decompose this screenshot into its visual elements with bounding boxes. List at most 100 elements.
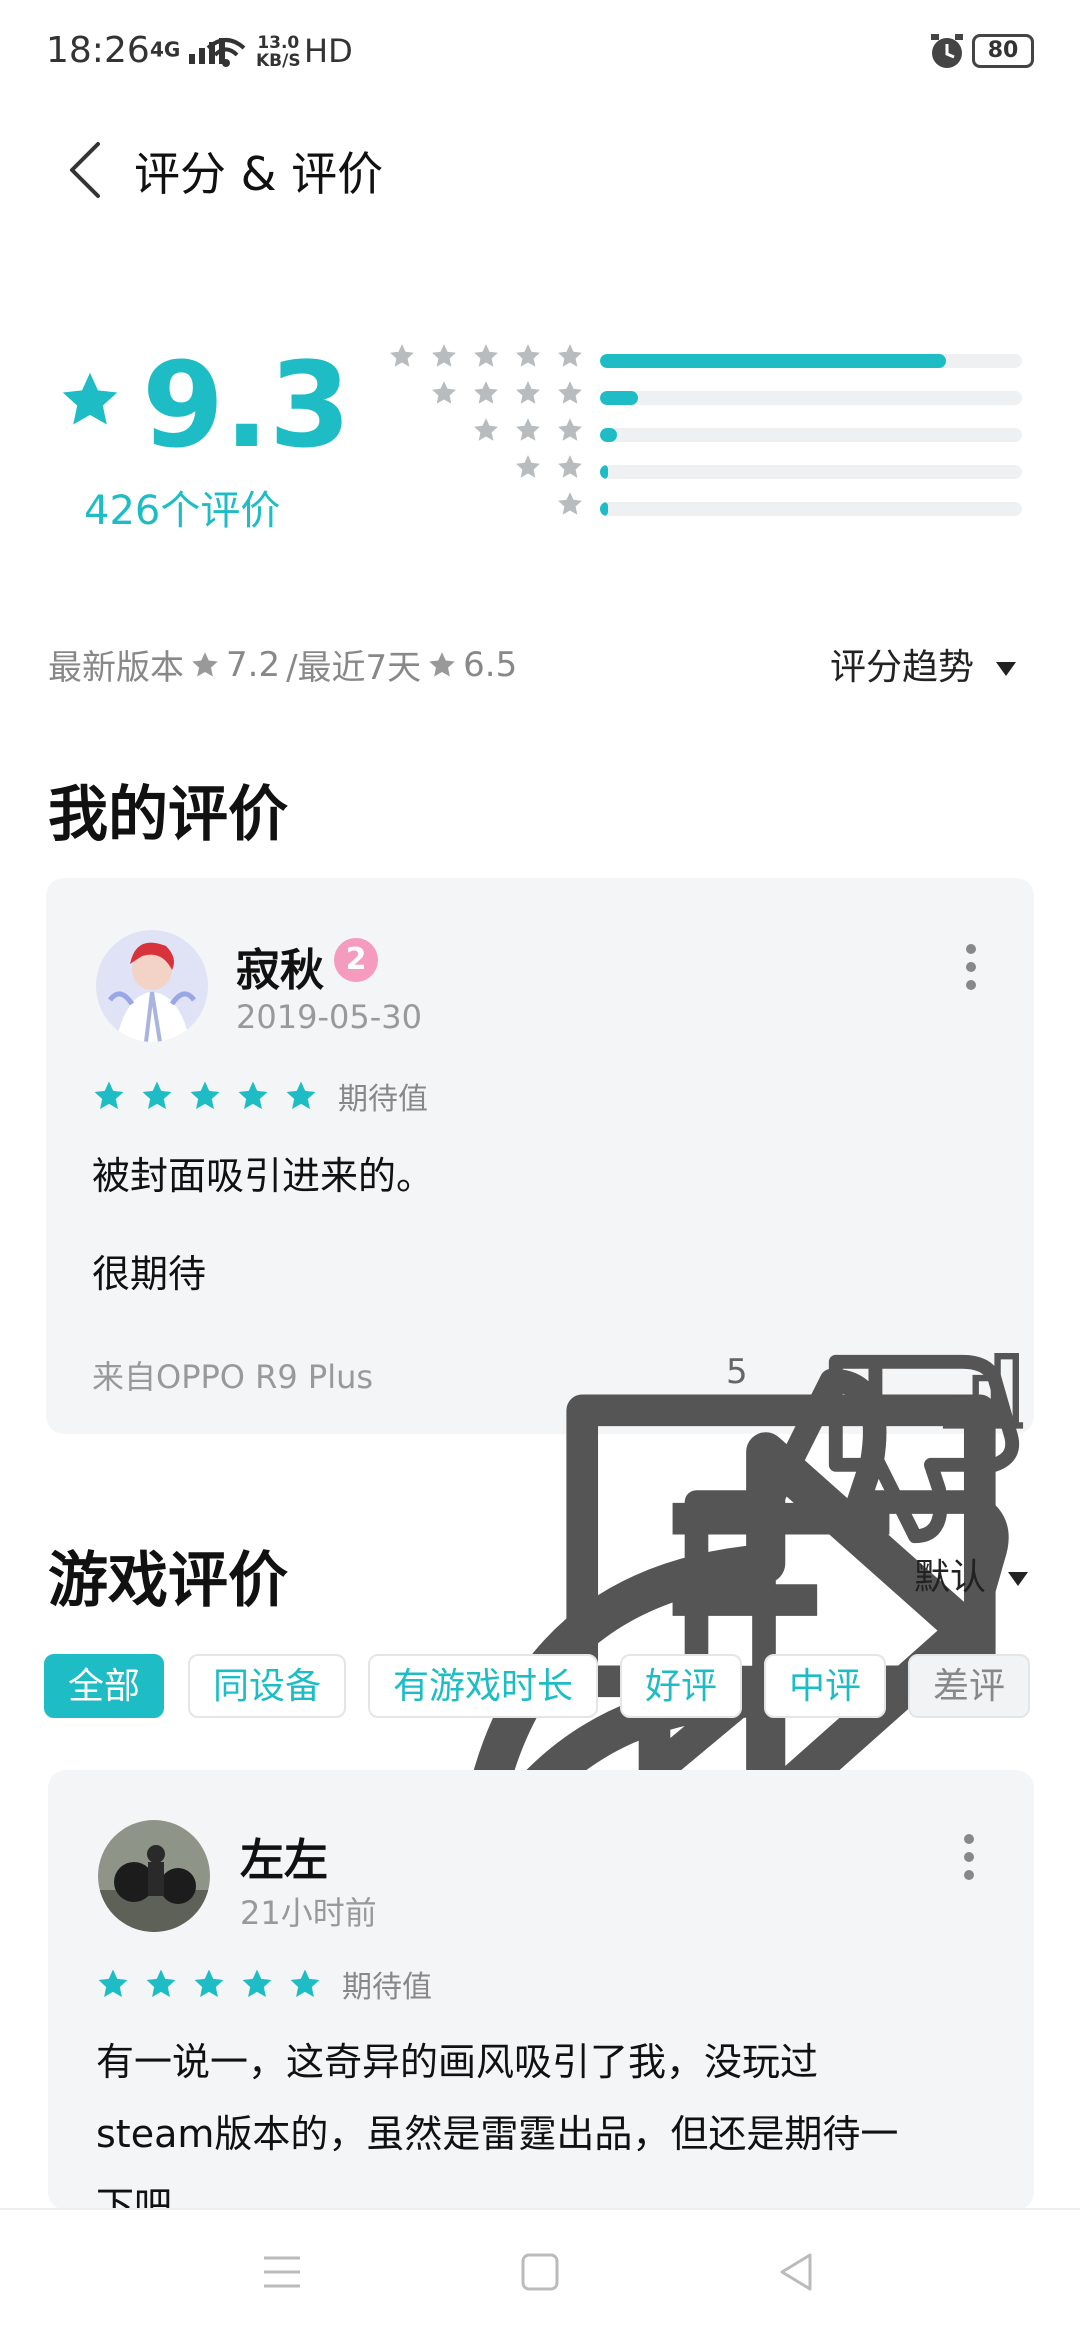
- distribution-bar: [600, 502, 1022, 516]
- review-date: 2019-05-30: [236, 998, 422, 1036]
- review-date: 21小时前: [240, 1894, 377, 1932]
- distribution-bar-fill: [600, 502, 609, 516]
- my-review-title: 我的评价: [48, 780, 288, 850]
- filter-chip-negative[interactable]: 差评: [908, 1654, 1030, 1718]
- review-card: 左左 21小时前 期待值 有一说一，这奇异的画风吸引了我，没玩过 steam版本…: [48, 1770, 1034, 2210]
- star-icon: [192, 651, 218, 676]
- distribution-bar-fill: [600, 354, 947, 368]
- star-icon: [98, 1969, 128, 1998]
- system-nav-bar: [0, 2208, 1080, 2342]
- filter-chip-positive[interactable]: 好评: [620, 1654, 742, 1718]
- distribution-bar: [600, 391, 1022, 405]
- review-text-line: 下吧: [96, 2184, 173, 2210]
- star-icon: [429, 651, 455, 676]
- rating-trend-dropdown[interactable]: 评分趋势: [830, 638, 1017, 690]
- username: 寂秋: [236, 945, 324, 996]
- review-tag: 期待值: [338, 1082, 428, 1117]
- avatar-image: [96, 930, 208, 1042]
- star-icon: [242, 1969, 272, 1998]
- battery-indicator: 80: [972, 34, 1034, 68]
- star-icon: [432, 381, 456, 404]
- star-icon: [432, 344, 456, 367]
- clock: 18:26: [46, 30, 150, 71]
- star-icon: [558, 344, 582, 367]
- star-icon: [194, 1969, 224, 1998]
- review-text-line: steam版本的，虽然是雷霆出品，但还是期待一: [96, 2112, 899, 2156]
- distribution-bar-fill: [600, 428, 617, 442]
- alarm-icon: [931, 34, 963, 68]
- avatar-image: [98, 1820, 210, 1932]
- review-text-line: 有一说一，这奇异的画风吸引了我，没玩过: [96, 2040, 819, 2084]
- star-icon: [516, 381, 540, 404]
- distribution-row: [0, 379, 1080, 419]
- star-icon: [146, 1969, 176, 1998]
- network-type: 4G: [150, 37, 181, 62]
- page-title: 评分 & 评价: [134, 147, 384, 201]
- review-stars: 期待值: [92, 1074, 428, 1118]
- star-icon: [474, 381, 498, 404]
- distribution-bar-fill: [600, 465, 609, 479]
- more-options-icon[interactable]: [966, 944, 976, 990]
- recent-score: 6.5: [463, 644, 518, 685]
- distribution-bar: [600, 465, 1022, 479]
- more-options-icon[interactable]: [964, 1834, 974, 1880]
- avatar[interactable]: [98, 1820, 210, 1932]
- latest-version-label: 最新版本: [48, 648, 184, 688]
- star-icon: [516, 455, 540, 478]
- back-arrow-icon[interactable]: [64, 140, 108, 200]
- avatar[interactable]: [96, 930, 208, 1042]
- star-icon: [190, 1081, 220, 1110]
- star-icon: [558, 381, 582, 404]
- star-icon: [474, 344, 498, 367]
- recent-label: /最近7天: [286, 648, 422, 688]
- distribution-stars: [374, 342, 584, 382]
- game-reviews-title: 游戏评价: [48, 1546, 288, 1616]
- home-icon[interactable]: [520, 2252, 560, 2292]
- review-tag: 期待值: [342, 1970, 432, 2005]
- star-icon: [558, 418, 582, 441]
- sort-dropdown[interactable]: 默认: [914, 1548, 1029, 1600]
- filter-chip-all[interactable]: 全部: [44, 1654, 164, 1718]
- back-icon[interactable]: [776, 2252, 816, 2292]
- net-speed: 13.0 KB/S: [256, 33, 301, 71]
- distribution-stars: [500, 453, 584, 493]
- distribution-row: [0, 342, 1080, 382]
- star-icon: [286, 1081, 316, 1110]
- distribution-bar: [600, 354, 1022, 368]
- star-icon: [516, 344, 540, 367]
- review-text-line: 很期待: [92, 1252, 207, 1296]
- my-review-card: 寂秋 2 2019-05-30 期待值 被封面吸引进来的。 很期待 来自OPPO…: [46, 878, 1034, 1897]
- distribution-stars: [542, 490, 584, 530]
- latest-version-score: 7.2: [226, 644, 281, 685]
- star-icon: [94, 1081, 124, 1110]
- star-icon: [474, 418, 498, 441]
- star-icon: [238, 1081, 268, 1110]
- menu-icon[interactable]: [262, 2252, 302, 2292]
- dropdown-triangle-icon: [996, 662, 1017, 676]
- status-bar: 18:26 4G 13.0 KB/S HD 80: [0, 0, 1080, 110]
- review-text-line: 被封面吸引进来的。: [92, 1154, 435, 1198]
- distribution-row: [0, 416, 1080, 456]
- distribution-stars: [458, 416, 584, 456]
- device-source: 来自OPPO R9 Plus: [92, 1358, 374, 1396]
- distribution-row: [0, 453, 1080, 493]
- username: 左左: [240, 1835, 328, 1886]
- star-icon: [558, 455, 582, 478]
- distribution-row: [0, 490, 1080, 530]
- star-icon: [516, 418, 540, 441]
- star-icon: [142, 1081, 172, 1110]
- filter-chip-same-device[interactable]: 同设备: [188, 1654, 346, 1718]
- filter-chip-neutral[interactable]: 中评: [764, 1654, 886, 1718]
- star-icon: [558, 492, 582, 515]
- star-icon: [390, 344, 414, 367]
- version-rating: 最新版本 7.2 /最近7天 6.5: [48, 640, 517, 689]
- wifi-icon: [206, 38, 246, 67]
- distribution-bar: [600, 428, 1022, 442]
- distribution-stars: [416, 379, 584, 419]
- review-stars: 期待值: [96, 1962, 432, 2006]
- like-count: 5: [726, 1352, 748, 1392]
- hd-indicator: HD: [304, 32, 353, 70]
- filter-chip-playtime[interactable]: 有游戏时长: [368, 1654, 598, 1718]
- star-icon: [290, 1969, 320, 1998]
- stats-icon[interactable]: [932, 1338, 1034, 1440]
